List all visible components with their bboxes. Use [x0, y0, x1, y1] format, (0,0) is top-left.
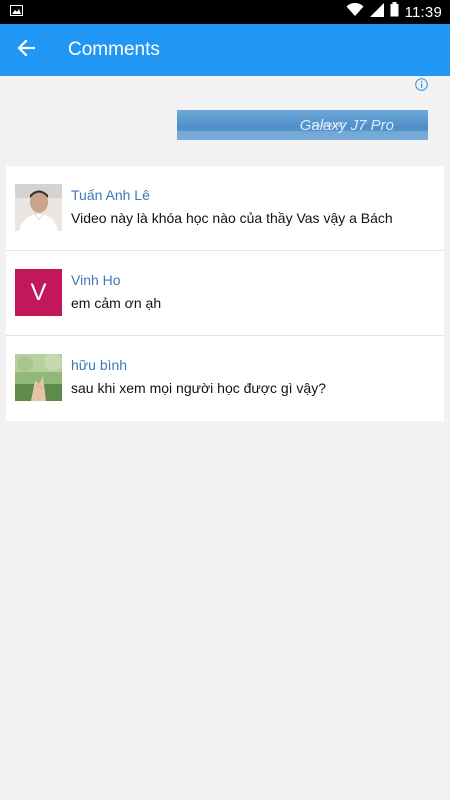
comment-text: sau khi xem mọi người học được gì vậy?: [71, 380, 326, 396]
battery-icon: [390, 2, 399, 22]
comment-author: Tuấn Anh Lê: [71, 187, 150, 203]
status-bar: 11:39: [0, 0, 450, 24]
ad-banner[interactable]: SAMSUNG Galaxy J7 Pro: [177, 110, 428, 140]
avatar: [15, 184, 62, 231]
avatar-letter: V: [30, 278, 47, 306]
signal-icon: [369, 2, 384, 22]
back-button[interactable]: [0, 24, 52, 76]
app-bar: Comments: [0, 24, 450, 76]
list-item[interactable]: Tuấn Anh Lê Video này là khóa học nào củ…: [6, 166, 444, 251]
page-title: Comments: [68, 39, 160, 60]
info-icon[interactable]: [415, 78, 428, 91]
comment-text: Video này là khóa học nào của thầy Vas v…: [71, 210, 393, 226]
comment-author: Vinh Ho: [71, 272, 121, 288]
avatar: [15, 354, 62, 401]
status-time: 11:39: [404, 3, 442, 21]
avatar: V: [15, 269, 62, 316]
ad-model: Galaxy J7 Pro: [299, 117, 394, 134]
comment-author: hữu bình: [71, 357, 128, 373]
wifi-icon: [346, 2, 364, 22]
comment-list: Tuấn Anh Lê Video này là khóa học nào củ…: [6, 166, 444, 421]
comment-text: em cảm ơn ạh: [71, 295, 162, 311]
image-notification-icon: [10, 3, 23, 21]
list-item[interactable]: hữu bình sau khi xem mọi người học được …: [6, 336, 444, 421]
ad-area: SAMSUNG Galaxy J7 Pro: [0, 76, 450, 154]
arrow-back-icon: [17, 38, 36, 62]
list-item[interactable]: V Vinh Ho em cảm ơn ạh: [6, 251, 444, 336]
